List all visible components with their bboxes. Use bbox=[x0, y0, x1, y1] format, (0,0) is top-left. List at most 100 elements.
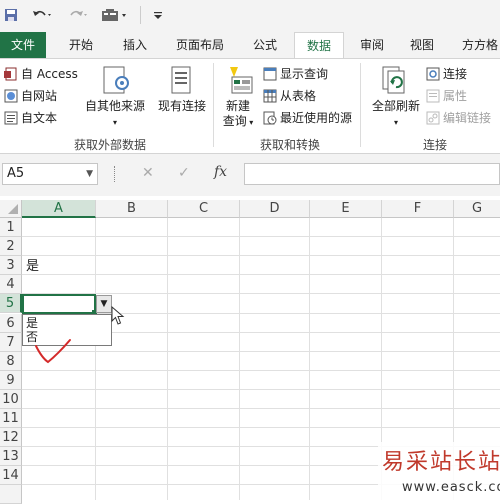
other-sources-dropdown-icon: ▾ bbox=[112, 118, 117, 127]
customize-icon[interactable] bbox=[152, 6, 164, 24]
refresh-all-dropdown-icon: ▾ bbox=[393, 118, 398, 127]
connections-button[interactable]: 连接 bbox=[426, 65, 467, 83]
undo-icon[interactable] bbox=[30, 6, 54, 24]
from-table-button[interactable]: 从表格 bbox=[263, 87, 316, 105]
recent-sources-label: 最近使用的源 bbox=[280, 111, 353, 125]
text-file-icon bbox=[4, 111, 18, 125]
gridline bbox=[22, 408, 500, 409]
tab-addin[interactable]: 方方格 bbox=[452, 32, 500, 58]
tab-page-layout[interactable]: 页面布局 bbox=[168, 32, 232, 58]
edit-links-button[interactable]: 编辑链接 bbox=[426, 109, 491, 127]
row-header-1[interactable]: 1 bbox=[0, 218, 22, 237]
row-header-13[interactable]: 13 bbox=[0, 447, 22, 466]
gridline bbox=[22, 255, 500, 256]
tab-data[interactable]: 数据 bbox=[294, 32, 344, 58]
dropdown-option-yes[interactable]: 是 bbox=[26, 316, 38, 330]
new-query-button[interactable]: 新建 查询 ▾ bbox=[218, 99, 258, 130]
column-header-a[interactable]: A bbox=[22, 200, 96, 218]
active-cell-a5[interactable] bbox=[22, 294, 96, 314]
other-sources-icon bbox=[100, 65, 132, 100]
web-icon bbox=[4, 89, 18, 103]
from-web-label: 自网站 bbox=[21, 89, 58, 103]
cancel-icon[interactable]: ✕ bbox=[142, 165, 154, 181]
tab-formulas[interactable]: 公式 bbox=[244, 32, 286, 58]
column-header-f[interactable]: F bbox=[382, 200, 454, 218]
row-header-15[interactable] bbox=[0, 485, 22, 504]
show-queries-icon bbox=[263, 67, 277, 81]
row-header-9[interactable]: 9 bbox=[0, 371, 22, 390]
connections-icon bbox=[426, 67, 440, 81]
mouse-cursor-icon bbox=[111, 305, 125, 329]
group-separator bbox=[360, 63, 361, 147]
tab-home[interactable]: 开始 bbox=[60, 32, 102, 58]
row-header-6[interactable]: 6 bbox=[0, 314, 22, 333]
tab-review[interactable]: 审阅 bbox=[352, 32, 392, 58]
row-header-4[interactable]: 4 bbox=[0, 275, 22, 294]
dropdown-arrow-icon[interactable]: ▼ bbox=[96, 295, 112, 313]
group-separator bbox=[213, 63, 214, 147]
column-header-c[interactable]: C bbox=[168, 200, 240, 218]
enter-icon[interactable]: ✓ bbox=[178, 165, 190, 181]
refresh-all-label: 全部刷新 bbox=[371, 99, 420, 113]
gridline bbox=[22, 370, 500, 371]
show-queries-label: 显示查询 bbox=[280, 67, 329, 81]
red-checkmark-annotation bbox=[34, 336, 74, 369]
row-header-5[interactable]: 5 bbox=[0, 294, 22, 313]
existing-connections-button[interactable]: 现有连接 bbox=[154, 99, 210, 114]
refresh-all-button[interactable]: 全部刷新 ▾ bbox=[370, 99, 422, 130]
recent-sources-button[interactable]: 最近使用的源 bbox=[263, 109, 352, 127]
new-query-dropdown-icon: ▾ bbox=[246, 118, 254, 127]
edit-links-label: 编辑链接 bbox=[443, 111, 492, 125]
row-header-10[interactable]: 10 bbox=[0, 390, 22, 409]
tab-view[interactable]: 视图 bbox=[402, 32, 442, 58]
save-icon[interactable] bbox=[4, 6, 18, 24]
form-icon[interactable] bbox=[100, 6, 130, 24]
column-header-g[interactable]: G bbox=[454, 200, 500, 218]
insert-function-icon[interactable]: fx bbox=[214, 164, 227, 180]
existing-connections-icon bbox=[166, 65, 198, 100]
row-header-12[interactable]: 12 bbox=[0, 428, 22, 447]
column-header-b[interactable]: B bbox=[96, 200, 168, 218]
select-all-corner[interactable] bbox=[0, 200, 22, 218]
ribbon-body: 自 Access 自网站 自文本 自其他来源 ▾ 现有连接 获取外部数据 新建 … bbox=[0, 58, 500, 154]
connections-label: 连接 bbox=[443, 67, 468, 81]
tab-file[interactable]: 文件 bbox=[0, 32, 46, 58]
from-web-button[interactable]: 自网站 bbox=[4, 87, 57, 105]
name-box[interactable]: A5 ▼ bbox=[2, 163, 98, 185]
formula-input[interactable] bbox=[244, 163, 500, 185]
from-access-button[interactable]: 自 Access bbox=[4, 65, 78, 83]
connections-group-label: 连接 bbox=[422, 138, 447, 152]
gridline bbox=[22, 351, 500, 352]
gridline bbox=[167, 218, 168, 500]
column-header-d[interactable]: D bbox=[240, 200, 310, 218]
other-sources-button[interactable]: 自其他来源 ▾ bbox=[82, 99, 148, 130]
qat-separator bbox=[140, 6, 141, 24]
new-query-label-1: 新建 bbox=[225, 99, 250, 113]
gridline bbox=[22, 389, 500, 390]
column-header-e[interactable]: E bbox=[310, 200, 382, 218]
row-header-2[interactable]: 2 bbox=[0, 237, 22, 256]
row-header-8[interactable]: 8 bbox=[0, 352, 22, 371]
tab-insert[interactable]: 插入 bbox=[114, 32, 156, 58]
watermark-url: www.easck.com bbox=[402, 480, 500, 495]
quick-access-toolbar bbox=[0, 0, 500, 32]
show-queries-button[interactable]: 显示查询 bbox=[263, 65, 328, 83]
access-icon bbox=[4, 67, 18, 81]
gridline bbox=[22, 427, 500, 428]
redo-icon[interactable] bbox=[66, 6, 90, 24]
watermark-title: 易采站长站 bbox=[382, 450, 500, 475]
properties-icon bbox=[426, 89, 440, 103]
row-header-14[interactable]: 14 bbox=[0, 466, 22, 485]
other-sources-label: 自其他来源 bbox=[84, 99, 145, 113]
formula-bar-grip[interactable] bbox=[114, 166, 117, 182]
name-box-value: A5 bbox=[7, 166, 25, 181]
row-header-11[interactable]: 11 bbox=[0, 409, 22, 428]
row-header-3[interactable]: 3 bbox=[0, 256, 22, 275]
cell-a3[interactable]: 是 bbox=[26, 257, 39, 276]
refresh-all-icon bbox=[380, 65, 412, 100]
properties-button[interactable]: 属性 bbox=[426, 87, 467, 105]
from-text-button[interactable]: 自文本 bbox=[4, 109, 57, 127]
row-header-7[interactable]: 7 bbox=[0, 333, 22, 352]
recent-sources-icon bbox=[263, 111, 277, 125]
name-box-dropdown-icon[interactable]: ▼ bbox=[86, 164, 93, 184]
